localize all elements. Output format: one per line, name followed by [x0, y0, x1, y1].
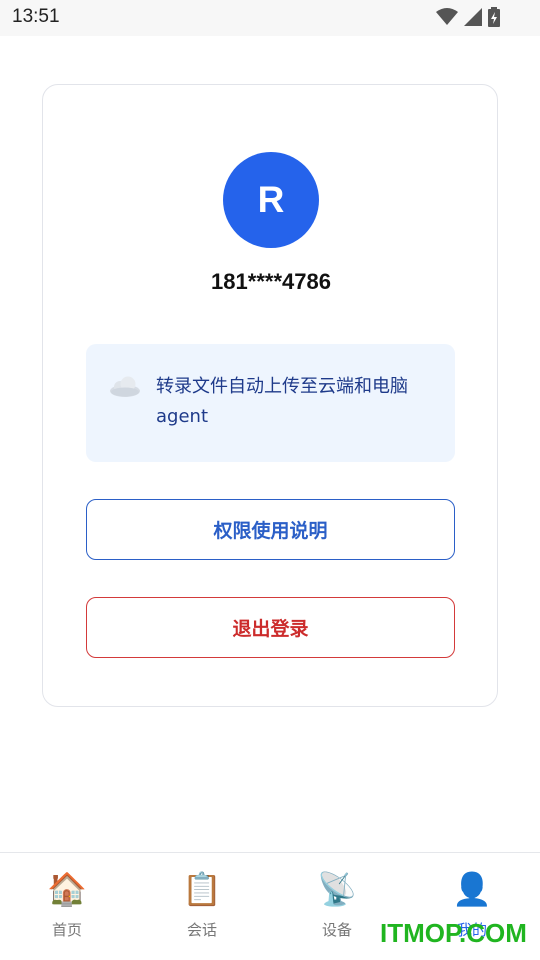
user-icon: 👤	[452, 870, 492, 908]
home-icon: 🏠	[47, 870, 87, 908]
avatar[interactable]: R	[223, 152, 319, 248]
tab-sessions[interactable]: 📋 会话	[152, 869, 252, 949]
watermark: ITMOP.COM	[380, 918, 527, 948]
tab-devices[interactable]: 📡 设备	[287, 869, 387, 949]
tab-label: 会话	[186, 921, 217, 939]
tab-label: 首页	[51, 921, 82, 939]
satellite-dish-icon: 📡	[317, 870, 357, 908]
status-time: 13:51	[12, 6, 60, 27]
tab-label: 设备	[321, 921, 352, 939]
status-icons	[436, 7, 500, 27]
status-bar: 13:51	[0, 0, 540, 36]
logout-button[interactable]: 退出登录	[86, 597, 455, 658]
phone-number: 181****4786	[211, 269, 331, 294]
clipboard-icon: 📋	[182, 870, 222, 908]
upload-info-box: 转录文件自动上传至云端和电脑agent	[86, 344, 455, 462]
wifi-icon	[436, 8, 458, 25]
battery-charging-icon	[488, 7, 500, 27]
profile-card: R 181****4786 转录文件自动上传至云端和电脑agent 权限使用说明…	[42, 84, 498, 707]
permissions-button[interactable]: 权限使用说明	[86, 499, 455, 560]
tab-home[interactable]: 🏠 首页	[17, 869, 117, 949]
cloud-icon	[110, 376, 140, 397]
upload-info-text: 转录文件自动上传至云端和电脑agent	[156, 376, 408, 427]
cell-signal-icon	[464, 8, 482, 26]
